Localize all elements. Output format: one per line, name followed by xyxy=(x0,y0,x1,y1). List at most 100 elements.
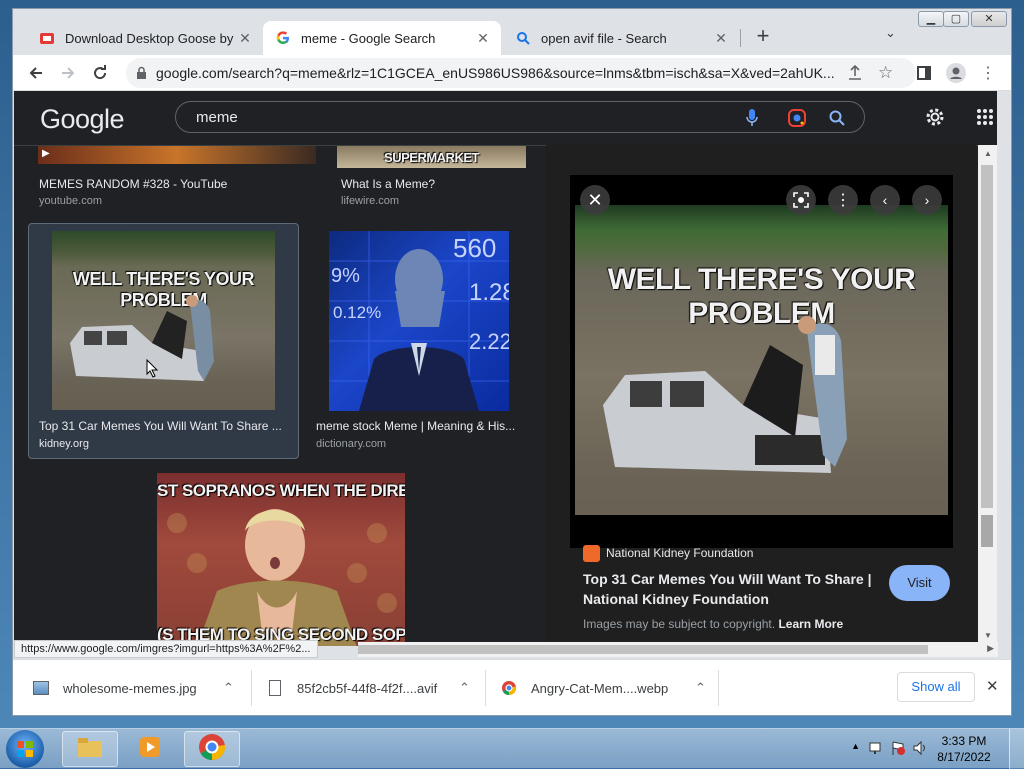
taskbar-chrome[interactable] xyxy=(184,731,240,767)
downloads-bar: wholesome-memes.jpg ⌃ 85f2cb5f-44f8-4f2f… xyxy=(13,659,1011,715)
result-thumbnail-youtube[interactable]: ▶ xyxy=(38,146,316,164)
horizontal-scrollbar-thumb[interactable] xyxy=(358,645,928,654)
scroll-down-arrow-icon[interactable]: ▼ xyxy=(984,631,992,640)
chevron-up-icon[interactable]: ⌃ xyxy=(695,680,706,696)
lock-icon xyxy=(136,66,147,84)
microphone-icon[interactable] xyxy=(742,108,762,128)
thumbnail-number: 2.22 xyxy=(469,329,509,354)
preview-source[interactable]: National Kidney Foundation xyxy=(606,546,753,560)
download-separator xyxy=(251,670,252,706)
share-icon[interactable] xyxy=(846,64,864,87)
settings-gear-icon[interactable] xyxy=(924,106,946,133)
network-icon[interactable] xyxy=(868,740,884,759)
tab-separator xyxy=(740,29,741,47)
download-filename: Angry-Cat-Mem....webp xyxy=(531,680,669,696)
next-image-icon[interactable]: › xyxy=(912,185,942,215)
start-button[interactable] xyxy=(6,730,44,768)
download-item[interactable]: wholesome-memes.jpg ⌃ xyxy=(33,660,253,715)
download-item[interactable]: Angry-Cat-Mem....webp ⌃ xyxy=(501,660,721,715)
taskbar-file-explorer[interactable] xyxy=(62,731,118,767)
taskbar-media-player[interactable] xyxy=(122,731,178,767)
horizontal-scrollbar[interactable]: ▶ xyxy=(358,642,998,657)
close-preview-button[interactable]: ✕ xyxy=(580,185,610,215)
minimize-button[interactable]: ▁ xyxy=(918,11,944,27)
thumbnail-caption-top: ST SOPRANOS WHEN THE DIRECT xyxy=(157,481,405,500)
search-box[interactable]: meme xyxy=(175,101,865,133)
tab-avif-search[interactable]: open avif file - Search ✕ xyxy=(503,21,739,55)
vertical-scrollbar-thumb[interactable] xyxy=(981,165,993,508)
maximize-button[interactable]: ▢ xyxy=(943,11,969,27)
preview-title[interactable]: Top 31 Car Memes You Will Want To Share … xyxy=(583,569,883,609)
more-menu-icon[interactable]: ⋮ xyxy=(974,59,1002,87)
learn-more-link[interactable]: Learn More xyxy=(778,617,843,631)
close-tab-icon[interactable]: ✕ xyxy=(237,30,253,47)
result-source[interactable]: dictionary.com xyxy=(316,438,386,450)
previous-image-icon[interactable]: ‹ xyxy=(870,185,900,215)
visit-button[interactable]: Visit xyxy=(889,565,950,601)
tab-search-chevron-icon[interactable]: ⌄ xyxy=(885,25,896,41)
result-thumbnail-sopranos[interactable]: ST SOPRANOS WHEN THE DIRECT (S THEM TO S… xyxy=(157,473,405,646)
file-icon xyxy=(269,680,281,696)
vertical-scrollbar[interactable]: ▲ ▼ xyxy=(978,145,997,646)
thumbnail-number: 560 xyxy=(453,233,497,263)
clock-time: 3:33 PM xyxy=(941,734,987,748)
folder-icon xyxy=(77,736,103,763)
chevron-up-icon[interactable]: ⌃ xyxy=(223,680,234,696)
preview-image-frame: WELL THERE'S YOUR PROBLEM xyxy=(570,175,953,548)
play-icon: ▶ xyxy=(42,148,50,159)
close-tab-icon[interactable]: ✕ xyxy=(713,30,729,47)
close-downloads-bar-icon[interactable]: ✕ xyxy=(986,677,999,695)
chrome-file-icon xyxy=(501,680,517,696)
back-arrow-icon[interactable] xyxy=(22,59,50,87)
copyright-text: Images may be subject to copyright. xyxy=(583,617,776,631)
thumbnail-number: 1.28 xyxy=(469,279,509,306)
result-title[interactable]: MEMES RANDOM #328 - YouTube xyxy=(39,177,309,191)
bookmark-star-icon[interactable]: ☆ xyxy=(878,63,893,83)
copyright-notice: Images may be subject to copyright. Lear… xyxy=(583,617,843,631)
profile-avatar-icon[interactable] xyxy=(942,59,970,87)
tab-meme-search[interactable]: meme - Google Search ✕ xyxy=(263,21,501,55)
google-lens-icon[interactable] xyxy=(787,108,807,128)
volume-icon[interactable] xyxy=(912,740,928,759)
show-desktop-button[interactable] xyxy=(1009,729,1024,769)
google-logo[interactable]: Google xyxy=(40,104,125,135)
search-submit-icon[interactable] xyxy=(827,108,847,128)
result-thumbnail-lifewire[interactable]: SUPERMARKET xyxy=(337,146,526,168)
result-thumbnail-car-meme[interactable]: WELL THERE'S YOUR PROBLEM xyxy=(52,231,275,410)
result-thumbnail-meme-stock[interactable]: 560 9% 1.28 0.12% 2.22 xyxy=(329,231,509,411)
action-center-flag-icon[interactable] xyxy=(890,740,906,759)
thumbnail-caption: SUPERMARKET xyxy=(384,150,479,165)
scroll-right-arrow-icon[interactable]: ▶ xyxy=(987,643,994,654)
result-source[interactable]: youtube.com xyxy=(39,195,102,207)
reload-icon[interactable] xyxy=(86,59,114,87)
close-window-button[interactable]: ✕ xyxy=(971,11,1007,27)
scroll-up-arrow-icon[interactable]: ▲ xyxy=(984,149,992,158)
show-all-downloads-button[interactable]: Show all xyxy=(897,672,975,702)
close-tab-icon[interactable]: ✕ xyxy=(475,30,491,47)
new-tab-button[interactable]: + xyxy=(751,25,775,49)
chrome-icon xyxy=(198,733,226,766)
vertical-scrollbar-secondary-thumb[interactable] xyxy=(981,515,993,547)
chevron-up-icon[interactable]: ⌃ xyxy=(459,680,470,696)
more-options-icon[interactable]: ⋮ xyxy=(828,185,858,215)
browser-toolbar: google.com/search?q=meme&rlz=1C1GCEA_enU… xyxy=(13,55,1011,91)
result-source[interactable]: kidney.org xyxy=(39,438,89,450)
result-title[interactable]: Top 31 Car Memes You Will Want To Share … xyxy=(39,419,291,433)
google-apps-icon[interactable] xyxy=(976,108,994,131)
tab-desktop-goose[interactable]: Download Desktop Goose by sam ✕ xyxy=(27,21,263,55)
visual-search-lens-icon[interactable] xyxy=(786,185,816,215)
preview-image[interactable]: WELL THERE'S YOUR PROBLEM xyxy=(575,205,948,515)
search-input[interactable]: meme xyxy=(196,109,238,126)
clock[interactable]: 3:33 PM 8/17/2022 xyxy=(934,733,994,765)
result-title[interactable]: What Is a Meme? xyxy=(341,177,521,191)
result-title[interactable]: meme stock Meme | Meaning & His... xyxy=(316,419,521,433)
media-player-icon xyxy=(138,735,162,764)
result-source[interactable]: lifewire.com xyxy=(341,195,399,207)
show-hidden-icons-icon[interactable]: ▲ xyxy=(851,741,860,751)
download-separator xyxy=(485,670,486,706)
forward-arrow-icon[interactable] xyxy=(54,59,82,87)
address-bar[interactable]: google.com/search?q=meme&rlz=1C1GCEA_enU… xyxy=(126,58,916,88)
side-panel-icon[interactable] xyxy=(910,59,938,87)
download-item[interactable]: 85f2cb5f-44f8-4f2f....avif ⌃ xyxy=(269,660,487,715)
tab-title: meme - Google Search xyxy=(301,30,436,46)
